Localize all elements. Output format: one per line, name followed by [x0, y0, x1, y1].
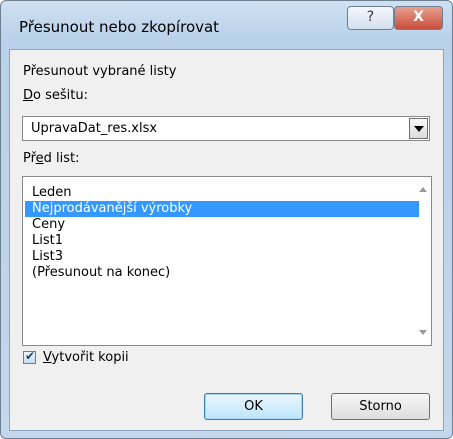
workbook-select-value: UpravaDat_res.xlsx	[31, 121, 158, 136]
scroll-up-icon[interactable]	[419, 187, 427, 192]
dialog-title: Přesunout nebo zkopírovat	[19, 18, 220, 36]
before-sheet-label: Před list:	[23, 151, 80, 166]
title-bar[interactable]: Přesunout nebo zkopírovat ? X	[1, 1, 452, 49]
workbook-select[interactable]: UpravaDat_res.xlsx	[22, 116, 430, 141]
checkmark-icon: ✔	[25, 349, 36, 363]
copy-checkbox-label[interactable]: Vytvořit kopii	[43, 350, 129, 365]
scroll-down-icon[interactable]	[419, 330, 427, 335]
workbook-label: Do sešitu:	[23, 88, 88, 103]
list-item[interactable]: (Přesunout na konec)	[25, 265, 419, 281]
sheet-listbox[interactable]: Leden Nejprodávanější výrobky Ceny List1…	[22, 176, 432, 346]
ok-button[interactable]: OK	[204, 393, 303, 420]
copy-checkbox[interactable]: ✔	[23, 349, 36, 364]
chevron-down-icon[interactable]	[409, 118, 428, 139]
close-button[interactable]: X	[394, 6, 443, 30]
list-item[interactable]: Nejprodávanější výrobky	[25, 201, 419, 217]
section-title: Přesunout vybrané listy	[23, 64, 177, 79]
list-item[interactable]: Leden	[25, 185, 419, 201]
help-icon: ?	[366, 9, 375, 25]
dialog-client-area: Přesunout vybrané listy Do sešitu: Uprav…	[9, 49, 444, 431]
help-button[interactable]: ?	[347, 6, 394, 30]
cancel-button[interactable]: Storno	[331, 393, 430, 420]
list-item[interactable]: Ceny	[25, 217, 419, 233]
move-copy-dialog: Přesunout nebo zkopírovat ? X Přesunout …	[0, 0, 453, 439]
list-item[interactable]: List1	[25, 233, 419, 249]
close-icon: X	[413, 9, 424, 25]
list-item[interactable]: List3	[25, 249, 419, 265]
